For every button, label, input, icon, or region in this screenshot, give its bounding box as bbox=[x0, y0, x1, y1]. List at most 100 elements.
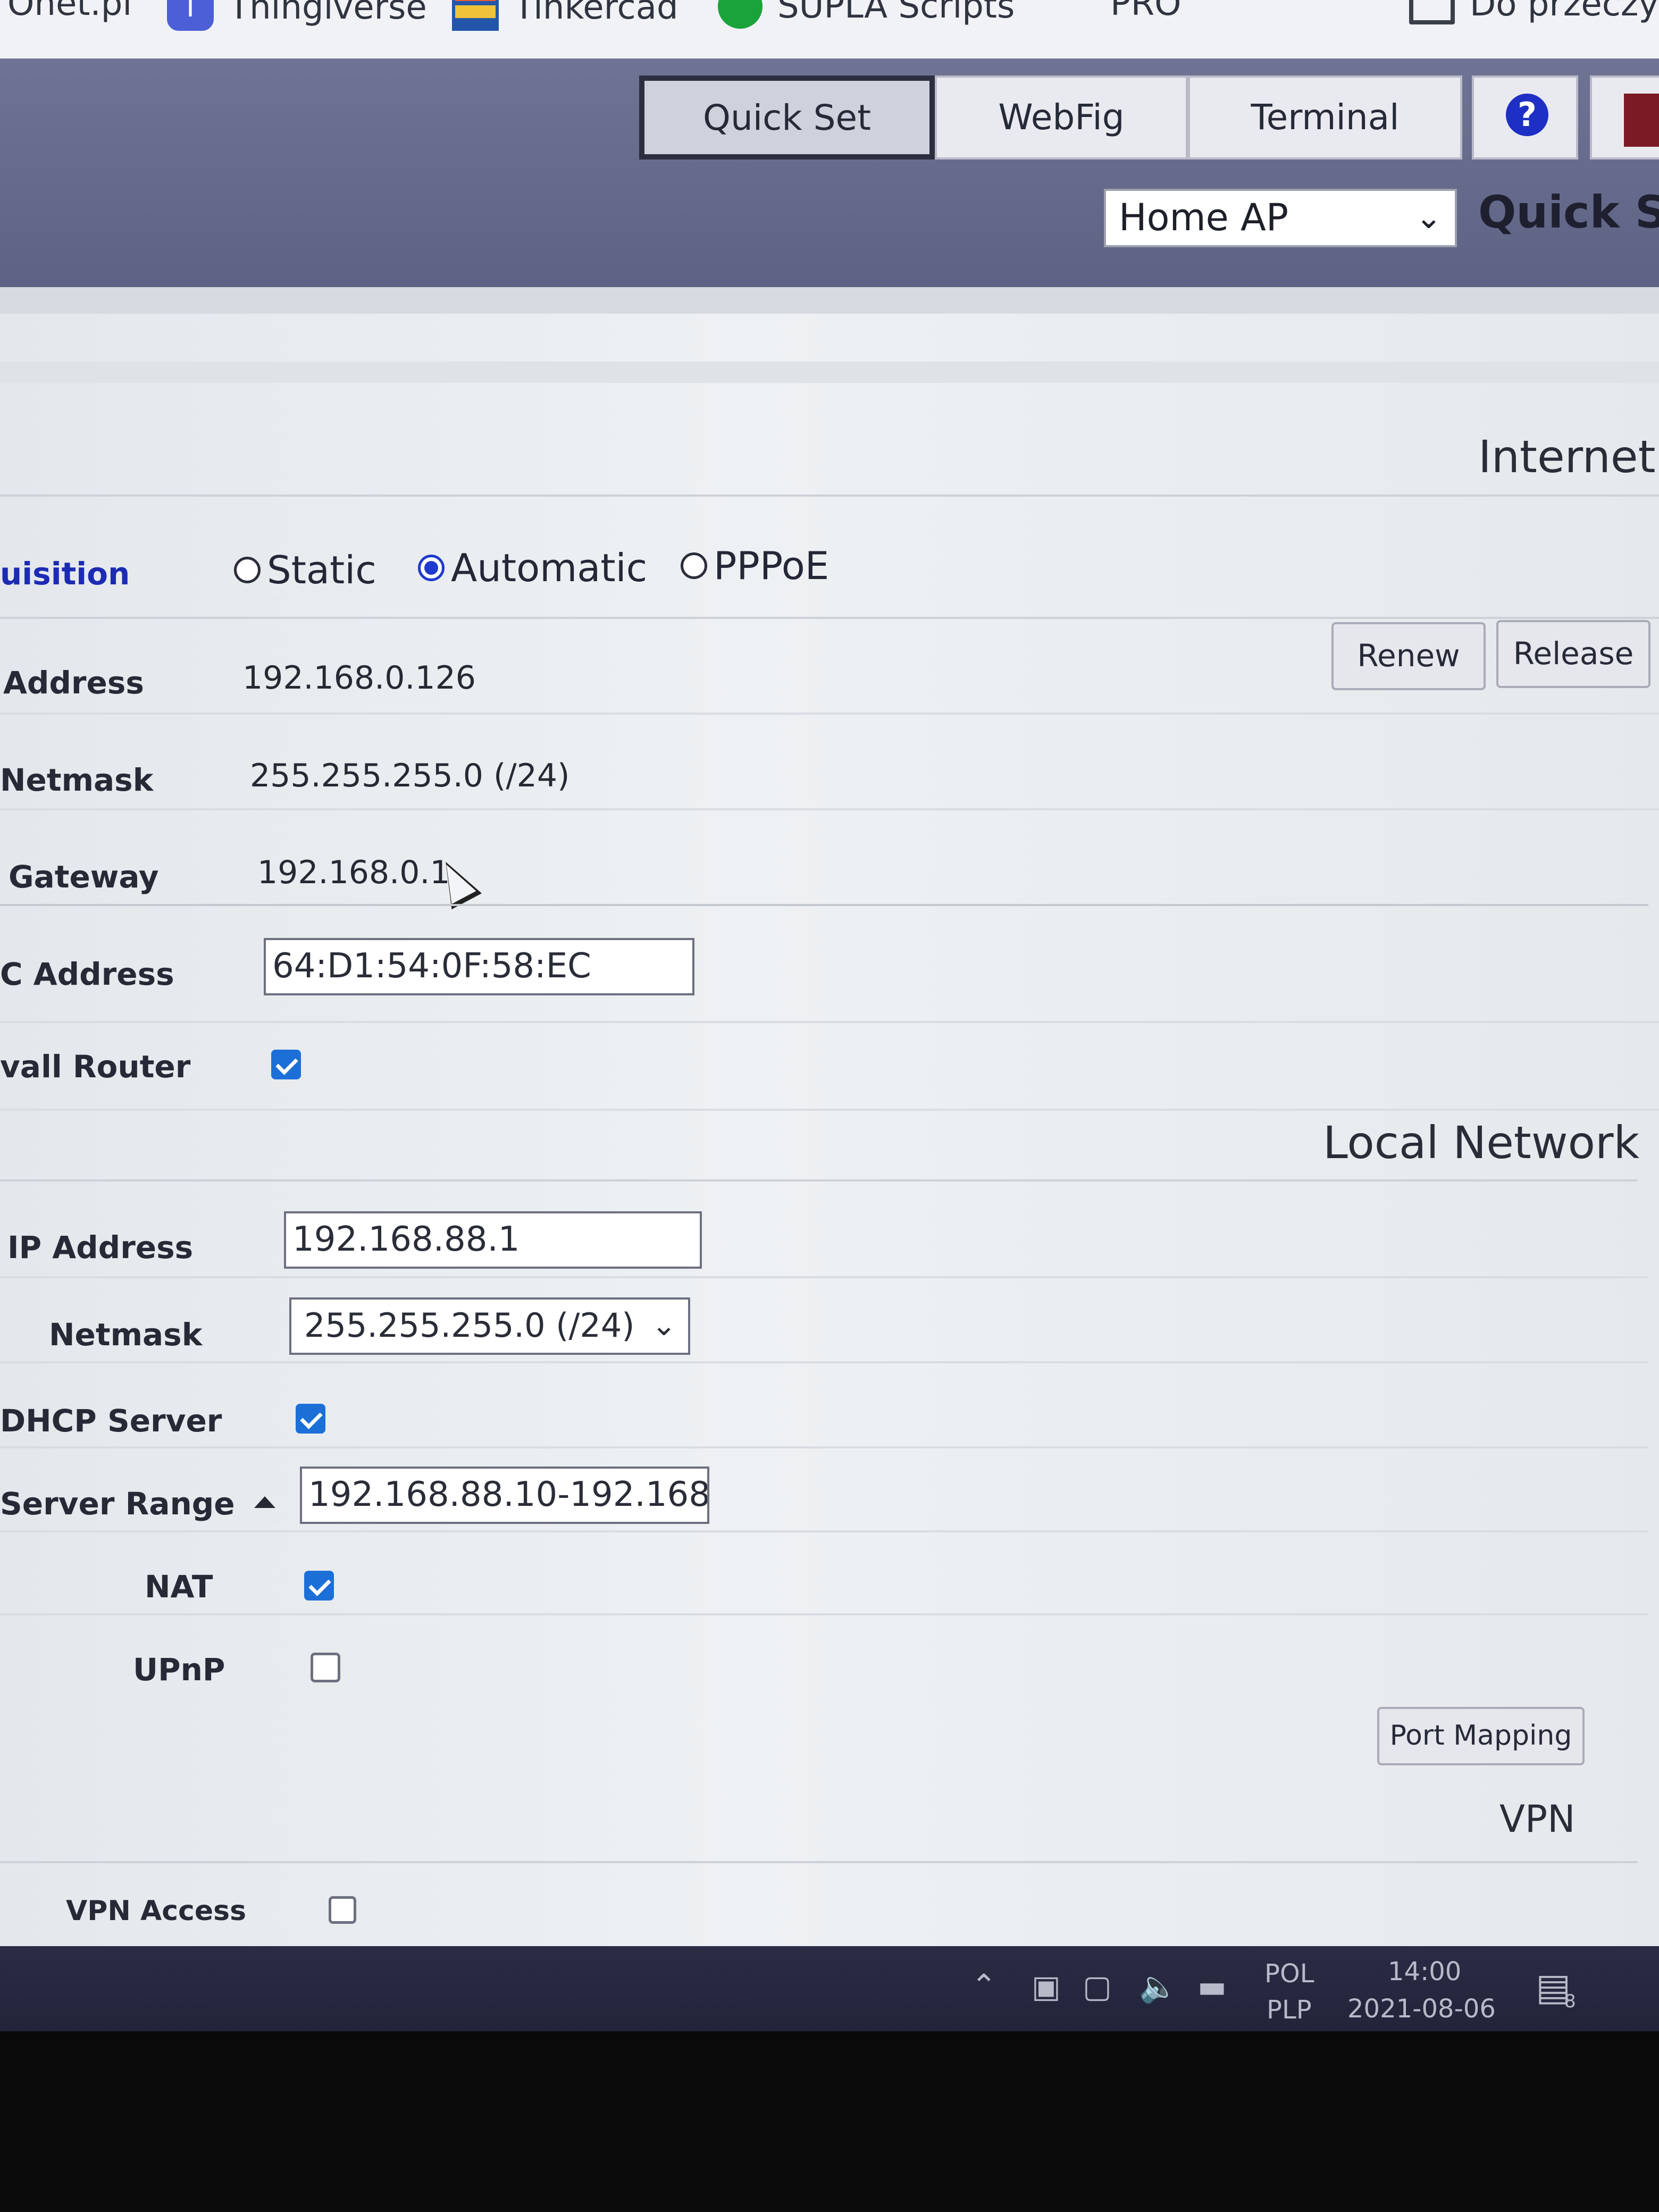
divider bbox=[0, 1109, 1659, 1111]
divider bbox=[0, 495, 1659, 497]
clock-time[interactable]: 14:00 bbox=[1388, 1957, 1461, 1987]
extra-tab[interactable] bbox=[1590, 76, 1659, 160]
radio-label: PPPoE bbox=[714, 543, 830, 588]
mode-select[interactable]: Home AP ⌄ bbox=[1104, 189, 1457, 247]
radio-label: Static bbox=[267, 548, 376, 592]
dhcp-server-checkbox[interactable] bbox=[296, 1404, 325, 1434]
divider bbox=[0, 1361, 1648, 1363]
lan-netmask-label: Netmask bbox=[49, 1317, 203, 1353]
logout-icon bbox=[1624, 94, 1659, 147]
radio-circle-selected bbox=[418, 555, 445, 581]
divider bbox=[0, 362, 1659, 383]
bookmark-tinkercad[interactable]: Tinkercad bbox=[452, 0, 678, 31]
mode-select-value: Home AP bbox=[1119, 196, 1289, 239]
port-mapping-button[interactable]: Port Mapping bbox=[1377, 1707, 1585, 1765]
netmask-label: Netmask bbox=[0, 762, 154, 798]
bookmarks-bar: Onet.pl T Thingiverse Tinkercad SUPLA Sc… bbox=[0, 0, 1659, 61]
chevron-down-icon: ⌄ bbox=[1415, 199, 1442, 236]
internet-section-title: Internet bbox=[1478, 431, 1656, 483]
radio-circle bbox=[681, 552, 707, 579]
supla-icon bbox=[718, 0, 763, 29]
dhcp-server-range-label: Server Range bbox=[0, 1486, 235, 1522]
ip-address-field[interactable]: 192.168.88.1 bbox=[284, 1211, 702, 1269]
gateway-label: Gateway bbox=[9, 859, 159, 895]
divider bbox=[0, 1179, 1638, 1182]
bookmark-label: Onet.pl bbox=[7, 0, 132, 23]
divider bbox=[0, 1276, 1648, 1278]
renew-button[interactable]: Renew bbox=[1331, 622, 1486, 690]
quickset-form: Internet uisition Static Automatic PPPoE… bbox=[0, 287, 1659, 1946]
network-icon[interactable]: ▢ bbox=[1083, 1968, 1112, 2005]
bookmark-label: Tinkercad bbox=[514, 0, 678, 27]
firewall-router-checkbox[interactable] bbox=[271, 1050, 301, 1079]
keyboard-layout[interactable]: PLP bbox=[1267, 1995, 1312, 2025]
bookmark-onet[interactable]: Onet.pl bbox=[7, 0, 132, 23]
radio-automatic[interactable]: Automatic bbox=[418, 546, 647, 590]
clock-date[interactable]: 2021-08-06 bbox=[1347, 1994, 1496, 2024]
pro-icon bbox=[1048, 0, 1095, 20]
radio-label: Automatic bbox=[451, 546, 648, 590]
chevron-down-icon: ⌄ bbox=[651, 1308, 676, 1343]
nat-checkbox[interactable] bbox=[304, 1571, 334, 1601]
bookmark-label: Do przeczy bbox=[1470, 0, 1659, 24]
divider bbox=[0, 1613, 1648, 1615]
battery-icon[interactable]: ▬ bbox=[1197, 1968, 1227, 2005]
firewall-router-label: vall Router bbox=[0, 1049, 191, 1085]
radio-static[interactable]: Static bbox=[234, 548, 376, 592]
divider bbox=[0, 808, 1659, 810]
webfig-header: Quick Set WebFig Terminal ? Home AP ⌄ Qu… bbox=[0, 58, 1659, 287]
lan-netmask-value: 255.255.255.0 (/24) bbox=[304, 1306, 635, 1345]
bookmark-reading-list[interactable]: Do przeczy bbox=[1409, 0, 1658, 24]
windows-taskbar: ⌃ ▣ ▢ 🔈 ▬ POL PLP 14:00 2021-08-06 ▤ 8 bbox=[0, 1946, 1659, 2031]
divider bbox=[0, 1530, 1648, 1532]
bookmark-pro[interactable]: PRO bbox=[1048, 0, 1181, 23]
tab-webfig[interactable]: WebFig bbox=[935, 76, 1188, 160]
vpn-section-title: VPN bbox=[1499, 1797, 1576, 1841]
vpn-access-label: VPN Access bbox=[66, 1895, 247, 1927]
tab-quick-set[interactable]: Quick Set bbox=[639, 76, 935, 160]
bookmark-label: PRO bbox=[1110, 0, 1182, 23]
nat-label: NAT bbox=[145, 1569, 213, 1605]
vpn-access-checkbox[interactable] bbox=[329, 1896, 356, 1924]
divider bbox=[0, 1021, 1659, 1023]
collapse-arrow-icon[interactable] bbox=[254, 1496, 275, 1508]
bookmark-label: Thingiverse bbox=[229, 0, 427, 27]
help-icon: ? bbox=[1506, 94, 1548, 136]
divider bbox=[0, 713, 1659, 715]
dhcp-server-label: DHCP Server bbox=[0, 1403, 222, 1439]
thingiverse-icon: T bbox=[167, 0, 214, 31]
tinkercad-icon bbox=[452, 0, 499, 31]
gateway-value: 192.168.0.1 bbox=[257, 854, 450, 891]
bookmark-supla[interactable]: SUPLA Scripts bbox=[718, 0, 1015, 29]
bookmark-label: SUPLA Scripts bbox=[777, 0, 1015, 26]
mac-address-label: C Address bbox=[0, 956, 174, 992]
dhcp-range-field[interactable]: 192.168.88.10-192.168.88 bbox=[300, 1467, 709, 1524]
lan-netmask-select[interactable]: 255.255.255.0 (/24) ⌄ bbox=[289, 1297, 690, 1355]
input-language[interactable]: POL bbox=[1264, 1959, 1314, 1989]
radio-pppoe[interactable]: PPPoE bbox=[681, 543, 829, 588]
divider bbox=[0, 1446, 1648, 1448]
bookmark-thingiverse[interactable]: T Thingiverse bbox=[167, 0, 427, 31]
ip-address-label: IP Address bbox=[7, 1229, 194, 1266]
divider bbox=[0, 617, 1659, 619]
mac-address-field[interactable]: 64:D1:54:0F:58:EC bbox=[264, 938, 694, 995]
upnp-checkbox[interactable] bbox=[311, 1653, 340, 1682]
chevron-up-icon[interactable]: ⌃ bbox=[971, 1967, 997, 2004]
notification-count: 8 bbox=[1564, 1991, 1576, 2012]
local-network-section-title: Local Network bbox=[1323, 1117, 1640, 1169]
meet-now-icon[interactable]: ▣ bbox=[1032, 1968, 1061, 2005]
screen-bezel bbox=[0, 2031, 1659, 2212]
help-button[interactable]: ? bbox=[1472, 76, 1578, 160]
divider bbox=[0, 1861, 1638, 1863]
divider bbox=[0, 904, 1648, 906]
volume-icon[interactable]: 🔈 bbox=[1139, 1968, 1177, 2005]
page-title: Quick Se bbox=[1478, 186, 1659, 238]
netmask-value: 255.255.255.0 (/24) bbox=[250, 757, 570, 794]
reading-list-icon bbox=[1409, 0, 1455, 24]
address-value: 192.168.0.126 bbox=[242, 659, 476, 697]
address-label: Address bbox=[3, 665, 144, 701]
release-button[interactable]: Release bbox=[1496, 620, 1650, 688]
tab-terminal[interactable]: Terminal bbox=[1188, 76, 1462, 160]
radio-circle bbox=[234, 557, 261, 583]
address-acquisition-label: uisition bbox=[0, 556, 130, 592]
